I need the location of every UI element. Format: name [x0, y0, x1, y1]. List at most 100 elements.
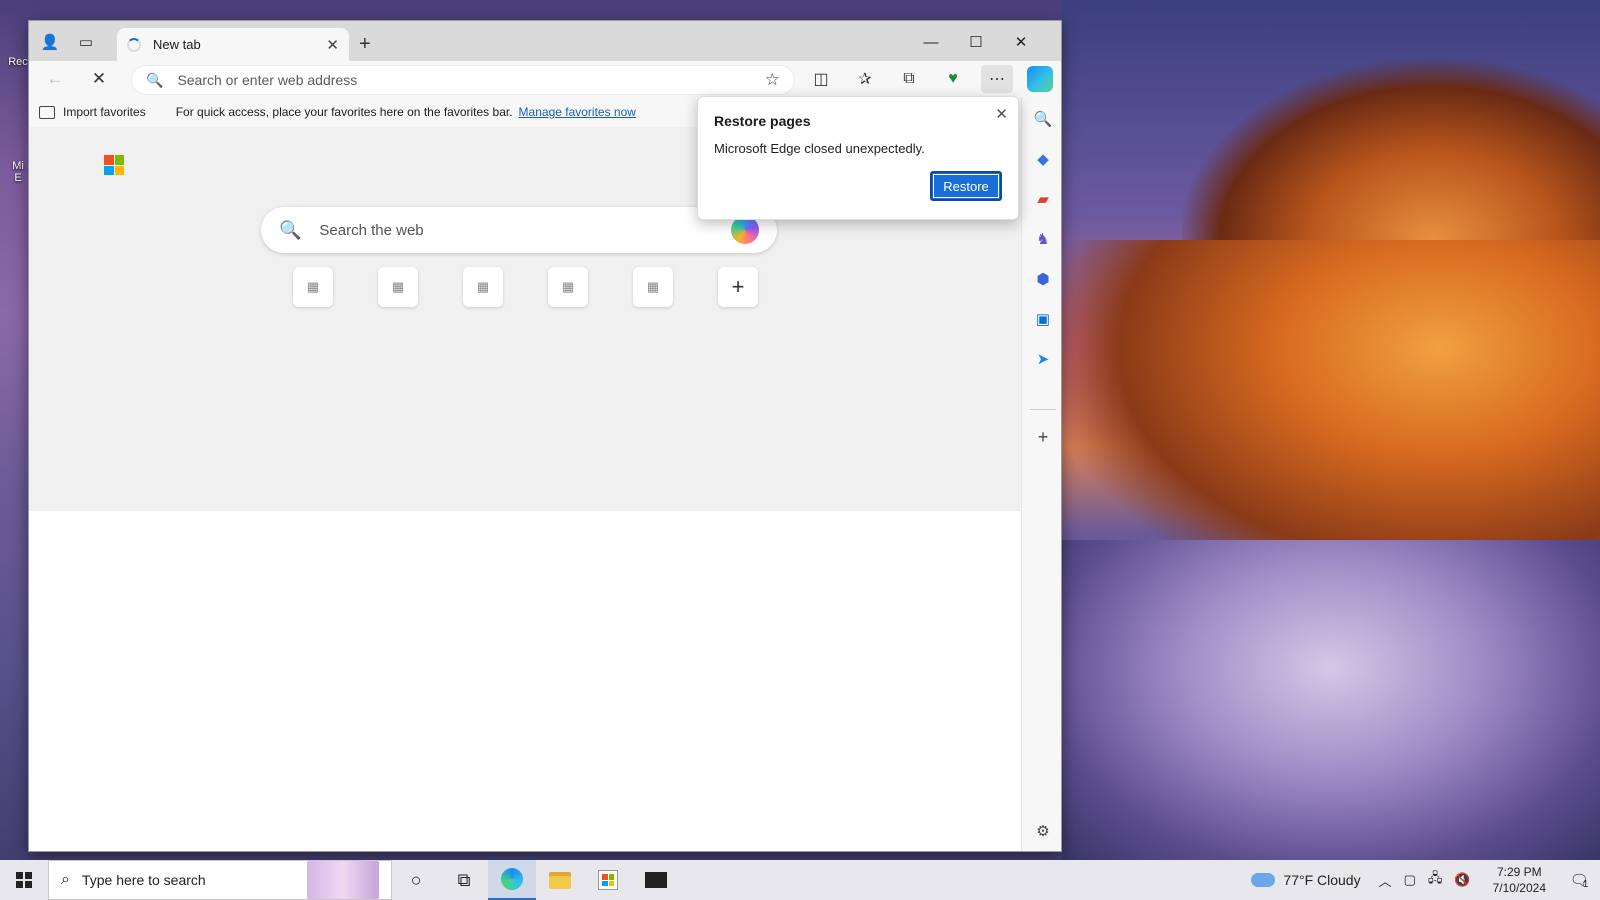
sidebar-games-button[interactable]: ♞ — [1029, 225, 1057, 253]
import-favorites-button[interactable]: Import favorites — [39, 105, 146, 119]
heart-shield-icon: ♥ — [948, 70, 958, 87]
cortana-button[interactable]: ○ — [392, 860, 440, 900]
clock[interactable]: 7:29 PM 7/10/2024 — [1493, 864, 1546, 896]
sidebar-divider — [1030, 409, 1056, 410]
toolbar: ← ✕ 🔍 ☆ ◫ ✰ ⧉ ♥ ⋯ — [29, 61, 1061, 97]
maximize-button[interactable]: ☐ — [954, 29, 998, 55]
split-screen-button[interactable]: ◫ — [805, 65, 837, 93]
minimize-icon: — — [923, 33, 939, 51]
toolbox-icon: ▰ — [1037, 191, 1049, 208]
web-search-input[interactable] — [319, 221, 731, 239]
search-icon: 🔍 — [279, 219, 302, 240]
plus-icon: + — [731, 274, 745, 299]
minimize-button[interactable]: — — [909, 29, 953, 55]
network-icon[interactable]: 🖧 — [1428, 869, 1443, 891]
microsoft-logo-icon — [104, 155, 124, 175]
taskbar-edge-button[interactable] — [488, 860, 536, 900]
address-input[interactable] — [177, 72, 765, 88]
task-view-button[interactable]: ⧉ — [440, 860, 488, 900]
stop-loading-button[interactable]: ✕ — [85, 65, 113, 93]
quick-link-tile[interactable]: ▦ — [378, 267, 418, 307]
volume-muted-icon[interactable]: 🔇 — [1454, 872, 1470, 888]
tab-title: New tab — [153, 37, 201, 52]
more-dots-icon: ⋯ — [989, 71, 1005, 88]
notifications-button[interactable]: 🗨 1 — [1564, 860, 1594, 900]
quick-links: ▦ ▦ ▦ ▦ ▦ + — [293, 267, 758, 307]
edge-sidebar: 🔍 ◆ ▰ ♞ ⬢ ▣ ➤ + ⚙ — [1021, 97, 1061, 851]
favorites-list-icon: ✰ — [858, 71, 872, 88]
gear-icon: ⚙ — [1036, 823, 1050, 840]
close-window-button[interactable]: ✕ — [999, 29, 1043, 55]
edge-icon — [501, 868, 523, 890]
search-icon: 🔍 — [146, 71, 164, 88]
weather-widget[interactable]: 77°F Cloudy — [1251, 872, 1361, 888]
collections-button[interactable]: ⧉ — [893, 65, 925, 93]
add-quick-link-button[interactable]: + — [718, 267, 758, 307]
sidebar-outlook-button[interactable]: ▣ — [1029, 305, 1057, 333]
taskbar-file-explorer-button[interactable] — [536, 860, 584, 900]
sidebar-add-button[interactable]: + — [1029, 423, 1057, 451]
dialog-close-icon[interactable]: ✕ — [995, 105, 1008, 123]
profile-button[interactable]: 👤 — [37, 29, 63, 55]
sidebar-microsoft365-button[interactable]: ⬢ — [1029, 265, 1057, 293]
shopping-tag-icon: ◆ — [1037, 151, 1049, 168]
add-favorite-star-icon[interactable]: ☆ — [765, 70, 780, 90]
taskbar-search-placeholder: Type here to search — [81, 872, 206, 888]
task-view-icon: ⧉ — [457, 869, 471, 890]
restore-button[interactable]: Restore — [930, 171, 1002, 201]
sidebar-search-button[interactable]: 🔍 — [1029, 105, 1057, 133]
meet-now-icon[interactable]: ▢ — [1404, 872, 1416, 888]
settings-and-more-button[interactable]: ⋯ — [981, 65, 1013, 93]
folder-icon — [549, 871, 571, 889]
manage-favorites-link[interactable]: Manage favorites now — [519, 105, 636, 119]
close-icon: ✕ — [1014, 34, 1028, 51]
desktop-icon-label: Rec — [8, 56, 28, 68]
sidebar-settings-button[interactable]: ⚙ — [1029, 817, 1057, 845]
broken-image-icon: ▦ — [561, 279, 575, 294]
profile-icon: 👤 — [40, 34, 60, 51]
clock-time: 7:29 PM — [1496, 865, 1542, 879]
chevron-up-icon[interactable]: ︿ — [1379, 871, 1392, 890]
taskbar-store-button[interactable] — [584, 860, 632, 900]
sidebar-tools-button[interactable]: ▰ — [1029, 185, 1057, 213]
search-icon: 🔍 — [1033, 111, 1053, 128]
desktop-icon-label: Mi E — [12, 160, 24, 184]
taskbar-mail-button[interactable] — [632, 860, 680, 900]
copilot-button[interactable] — [1027, 66, 1053, 92]
store-icon — [598, 870, 618, 890]
tab-actions-button[interactable]: ▭ — [73, 29, 99, 55]
sidebar-drop-button[interactable]: ➤ — [1029, 345, 1057, 373]
copilot-icon[interactable] — [731, 216, 759, 244]
address-bar[interactable]: 🔍 ☆ — [131, 65, 795, 95]
windows-logo-icon — [16, 872, 32, 888]
arrow-left-icon: ← — [46, 69, 64, 88]
outlook-icon: ▣ — [1035, 311, 1051, 328]
import-favorites-label: Import favorites — [63, 105, 146, 119]
quick-link-tile[interactable]: ▦ — [463, 267, 503, 307]
taskbar: ⌕ Type here to search ○ ⧉ 77°F Cloudy ︿ … — [0, 860, 1600, 900]
wallpaper-sea — [1062, 540, 1600, 860]
maximize-icon: ☐ — [969, 34, 983, 51]
quick-link-tile[interactable]: ▦ — [548, 267, 588, 307]
back-button[interactable]: ← — [41, 65, 69, 93]
clock-date: 7/10/2024 — [1492, 881, 1546, 895]
dialog-title: Restore pages — [714, 113, 811, 129]
favorites-button[interactable]: ✰ — [849, 65, 881, 93]
broken-image-icon: ▦ — [391, 279, 405, 294]
cloud-icon — [1251, 873, 1276, 887]
cortana-circle-icon: ○ — [410, 869, 422, 890]
quick-link-tile[interactable]: ▦ — [633, 267, 673, 307]
broken-image-icon: ▦ — [306, 279, 320, 294]
quick-link-tile[interactable]: ▦ — [293, 267, 333, 307]
new-tab-button[interactable]: + — [359, 33, 371, 56]
start-button[interactable] — [0, 860, 48, 900]
taskbar-search-box[interactable]: ⌕ Type here to search — [48, 860, 392, 900]
split-screen-icon: ◫ — [813, 71, 829, 88]
tab-new-tab[interactable]: New tab ✕ — [117, 28, 349, 61]
tab-actions-icon: ▭ — [78, 34, 94, 51]
browser-essentials-button[interactable]: ♥ — [937, 65, 969, 93]
weather-text: 77°F Cloudy — [1283, 872, 1361, 888]
tab-close-icon[interactable]: ✕ — [326, 36, 339, 54]
title-bar: 👤 ▭ New tab ✕ + — ☐ ✕ — [29, 21, 1061, 61]
sidebar-shopping-button[interactable]: ◆ — [1029, 145, 1057, 173]
